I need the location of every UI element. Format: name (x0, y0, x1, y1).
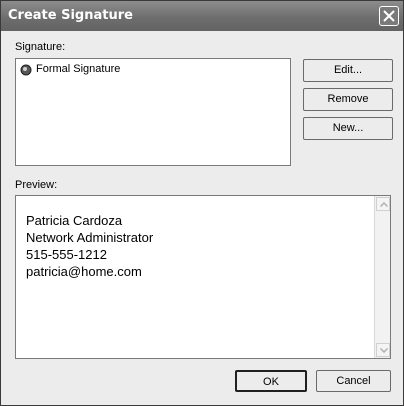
preview-line-name: Patricia Cardoza (26, 213, 123, 228)
signature-document-icon (20, 64, 32, 79)
preview-line-email: patricia@home.com (26, 264, 142, 279)
close-x-icon (383, 10, 395, 22)
ok-button[interactable]: OK (235, 370, 307, 392)
create-signature-dialog: Create Signature Signature: Formal Signa… (0, 0, 404, 406)
dialog-title: Create Signature (8, 8, 133, 23)
preview-text: Patricia Cardoza Network Administrator 5… (26, 212, 153, 280)
cancel-button[interactable]: Cancel (316, 370, 391, 392)
scroll-down-button[interactable] (376, 343, 390, 357)
preview-line-title: Network Administrator (26, 230, 154, 245)
chevron-up-icon (380, 202, 388, 207)
scroll-up-button[interactable] (376, 197, 390, 211)
preview-scrollbar[interactable] (374, 196, 390, 358)
remove-button[interactable]: Remove (303, 88, 393, 111)
title-bar[interactable]: Create Signature (1, 1, 403, 31)
chevron-down-icon (380, 348, 388, 353)
close-button[interactable] (379, 6, 399, 26)
preview-label: Preview: (15, 179, 58, 191)
list-item-label: Formal Signature (36, 63, 121, 75)
preview-line-phone: 515-555-1212 (26, 247, 107, 262)
signature-list[interactable]: Formal Signature (15, 58, 291, 166)
new-button[interactable]: New... (303, 117, 393, 140)
edit-button[interactable]: Edit... (303, 59, 393, 82)
signature-label: Signature: (15, 41, 66, 53)
signature-preview: Patricia Cardoza Network Administrator 5… (15, 195, 391, 359)
